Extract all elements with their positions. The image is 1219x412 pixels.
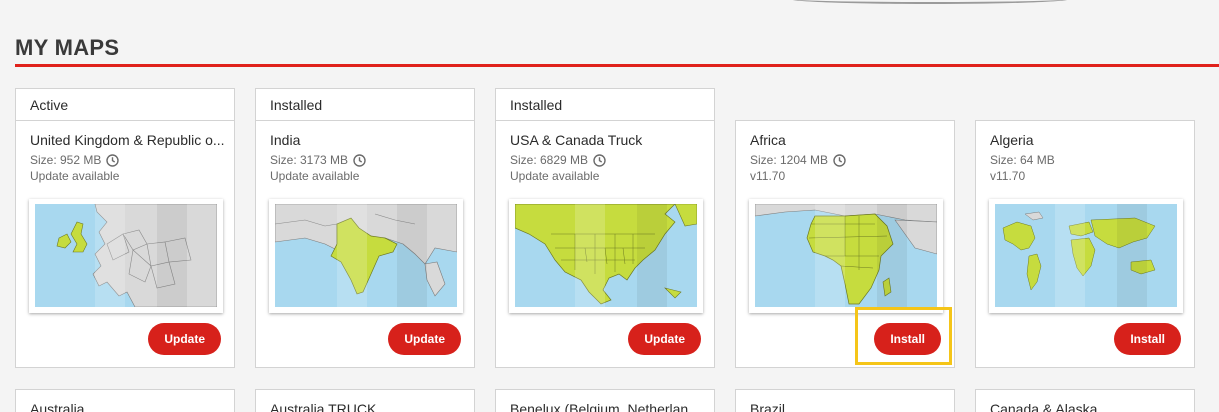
- install-button[interactable]: Install: [1114, 323, 1181, 355]
- map-size-text: Size: 64 MB: [990, 153, 1055, 167]
- map-name: Brazil: [750, 401, 786, 412]
- map-thumbnail: [509, 199, 703, 313]
- map-version-text: v11.70: [750, 169, 786, 183]
- map-card-body[interactable]: India Size: 3173 MB Update available Upd…: [255, 120, 475, 368]
- map-card-united-kingdom: Active United Kingdom & Republic o... Si…: [15, 88, 235, 368]
- map-thumbnail: [269, 199, 463, 313]
- map-size-text: Size: 3173 MB: [270, 153, 349, 167]
- clock-icon: [353, 153, 366, 167]
- map-thumbnail: [989, 199, 1183, 313]
- map-card-australia-truck[interactable]: Australia TRUCK: [255, 389, 475, 412]
- update-button[interactable]: Update: [148, 323, 221, 355]
- map-card-benelux[interactable]: Benelux (Belgium, Netherlan...: [495, 389, 715, 412]
- world-map-image: [995, 204, 1177, 307]
- map-card-body[interactable]: Algeria Size: 64 MB v11.70 Install: [975, 120, 1195, 368]
- africa-map-image: [755, 204, 937, 307]
- map-thumbnail: [29, 199, 223, 313]
- map-size: Size: 6829 MB: [510, 153, 606, 167]
- top-decoration: [790, 0, 1070, 4]
- map-status-text: Update available: [510, 169, 600, 183]
- map-size: Size: 952 MB: [30, 153, 120, 167]
- map-card-usa-canada-truck: Installed USA & Canada Truck Size: 6829 …: [495, 88, 715, 368]
- map-card-india: Installed India Size: 3173 MB Update ava…: [255, 88, 475, 368]
- north-america-map-image: [515, 204, 697, 307]
- map-size: Size: 64 MB: [990, 153, 1055, 167]
- map-size-text: Size: 6829 MB: [510, 153, 589, 167]
- status-tab: Active: [15, 88, 235, 120]
- status-tab: Installed: [255, 88, 475, 120]
- update-button[interactable]: Update: [628, 323, 701, 355]
- europe-map-image: [35, 204, 217, 307]
- map-size-text: Size: 952 MB: [30, 153, 102, 167]
- map-name: Benelux (Belgium, Netherlan...: [510, 401, 700, 412]
- map-name: Africa: [750, 132, 786, 148]
- map-size: Size: 3173 MB: [270, 153, 366, 167]
- map-card-brazil[interactable]: Brazil: [735, 389, 955, 412]
- map-status-text: Update available: [30, 169, 120, 183]
- map-card-australia[interactable]: Australia: [15, 389, 235, 412]
- map-name: United Kingdom & Republic o...: [30, 132, 225, 148]
- india-map-image: [275, 204, 457, 307]
- map-thumbnail: [749, 199, 943, 313]
- map-name: Algeria: [990, 132, 1034, 148]
- map-card-algeria: Algeria Size: 64 MB v11.70 Install: [975, 120, 1195, 368]
- map-size: Size: 1204 MB: [750, 153, 846, 167]
- page-title: MY MAPS: [15, 35, 120, 60]
- map-name: Canada & Alaska: [990, 401, 1098, 412]
- map-name: USA & Canada Truck: [510, 132, 643, 148]
- map-card-canada-alaska[interactable]: Canada & Alaska: [975, 389, 1195, 412]
- map-status-text: Update available: [270, 169, 360, 183]
- map-size-text: Size: 1204 MB: [750, 153, 829, 167]
- status-tab: Installed: [495, 88, 715, 120]
- title-divider: [15, 64, 1219, 67]
- map-name: Australia: [30, 401, 85, 412]
- map-card-body[interactable]: USA & Canada Truck Size: 6829 MB Update …: [495, 120, 715, 368]
- map-name: India: [270, 132, 301, 148]
- map-card-body[interactable]: United Kingdom & Republic o... Size: 952…: [15, 120, 235, 368]
- map-version-text: v11.70: [990, 169, 1026, 183]
- clock-icon: [106, 153, 120, 167]
- clock-icon: [833, 153, 846, 167]
- clock-icon: [593, 153, 606, 167]
- update-button[interactable]: Update: [388, 323, 461, 355]
- map-name: Australia TRUCK: [270, 401, 377, 412]
- highlight-frame: [855, 307, 952, 365]
